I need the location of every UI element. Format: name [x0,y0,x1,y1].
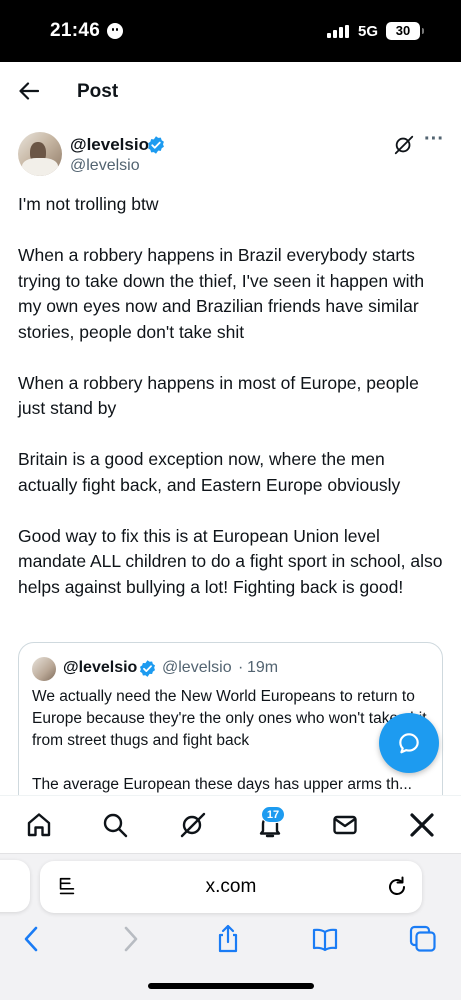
browser-forward-icon[interactable] [115,924,145,954]
quote-author-name: @levelsio [63,659,138,676]
previous-tab-pill[interactable] [0,860,30,912]
battery-icon: 30 [386,22,424,40]
compose-reply-button[interactable] [379,713,439,773]
reply-bubble-icon [399,733,419,754]
focus-status-icon [107,23,123,39]
back-button[interactable] [14,76,44,106]
quote-separator: · [238,659,244,676]
post-paragraph: Good way to fix this is at European Unio… [18,525,443,597]
quote-text: We actually need the New World Europeans… [32,688,427,749]
more-options-button[interactable]: ··· [422,129,446,155]
post-paragraph: When a robbery happens in most of Europe… [18,372,419,419]
search-icon[interactable] [101,811,129,839]
quote-text-truncated: The average European these days has uppe… [32,776,412,793]
quote-timestamp: 19m [247,659,279,676]
grok-icon[interactable] [393,134,415,156]
post-text: I'm not trolling btw When a robbery happ… [18,192,448,626]
post-paragraph: Britain is a good exception now, where t… [18,449,401,495]
share-icon[interactable] [213,924,243,954]
author-name[interactable]: @levelsio [70,135,149,155]
post-paragraph: I'm not trolling btw [18,194,159,214]
quoted-post[interactable]: @levelsio @levelsio · 19m We actually ne… [18,642,443,812]
page-title: Post [77,81,119,102]
arrow-left-icon [19,82,39,100]
grok-icon[interactable] [179,811,207,839]
signal-icon [327,25,351,38]
verified-badge-icon [139,660,156,677]
status-time: 21:46 [50,20,101,41]
browser-back-icon[interactable] [17,924,47,954]
author-handle[interactable]: @levelsio [70,157,140,175]
network-type: 5G [358,23,379,40]
status-bar: 21:46 5G 30 [0,0,461,62]
verified-badge-icon [148,136,164,154]
quote-avatar [32,657,56,681]
bottom-tab-bar [0,795,461,853]
address-text: x.com [205,876,257,897]
bookmarks-icon[interactable] [310,924,340,954]
home-indicator [148,983,314,989]
reload-icon[interactable] [385,875,409,899]
avatar[interactable] [18,132,62,176]
post-paragraph: When a robbery happens in Brazil everybo… [18,245,425,342]
notification-count-badge: 17 [261,806,285,823]
address-bar[interactable]: x.com [40,861,422,913]
post-header: Post [0,62,461,120]
tabs-icon[interactable] [408,924,438,954]
messages-icon[interactable] [331,811,359,839]
quote-author-handle: @levelsio [162,659,232,676]
x-logo-icon[interactable] [408,811,436,839]
home-icon[interactable] [25,811,53,839]
